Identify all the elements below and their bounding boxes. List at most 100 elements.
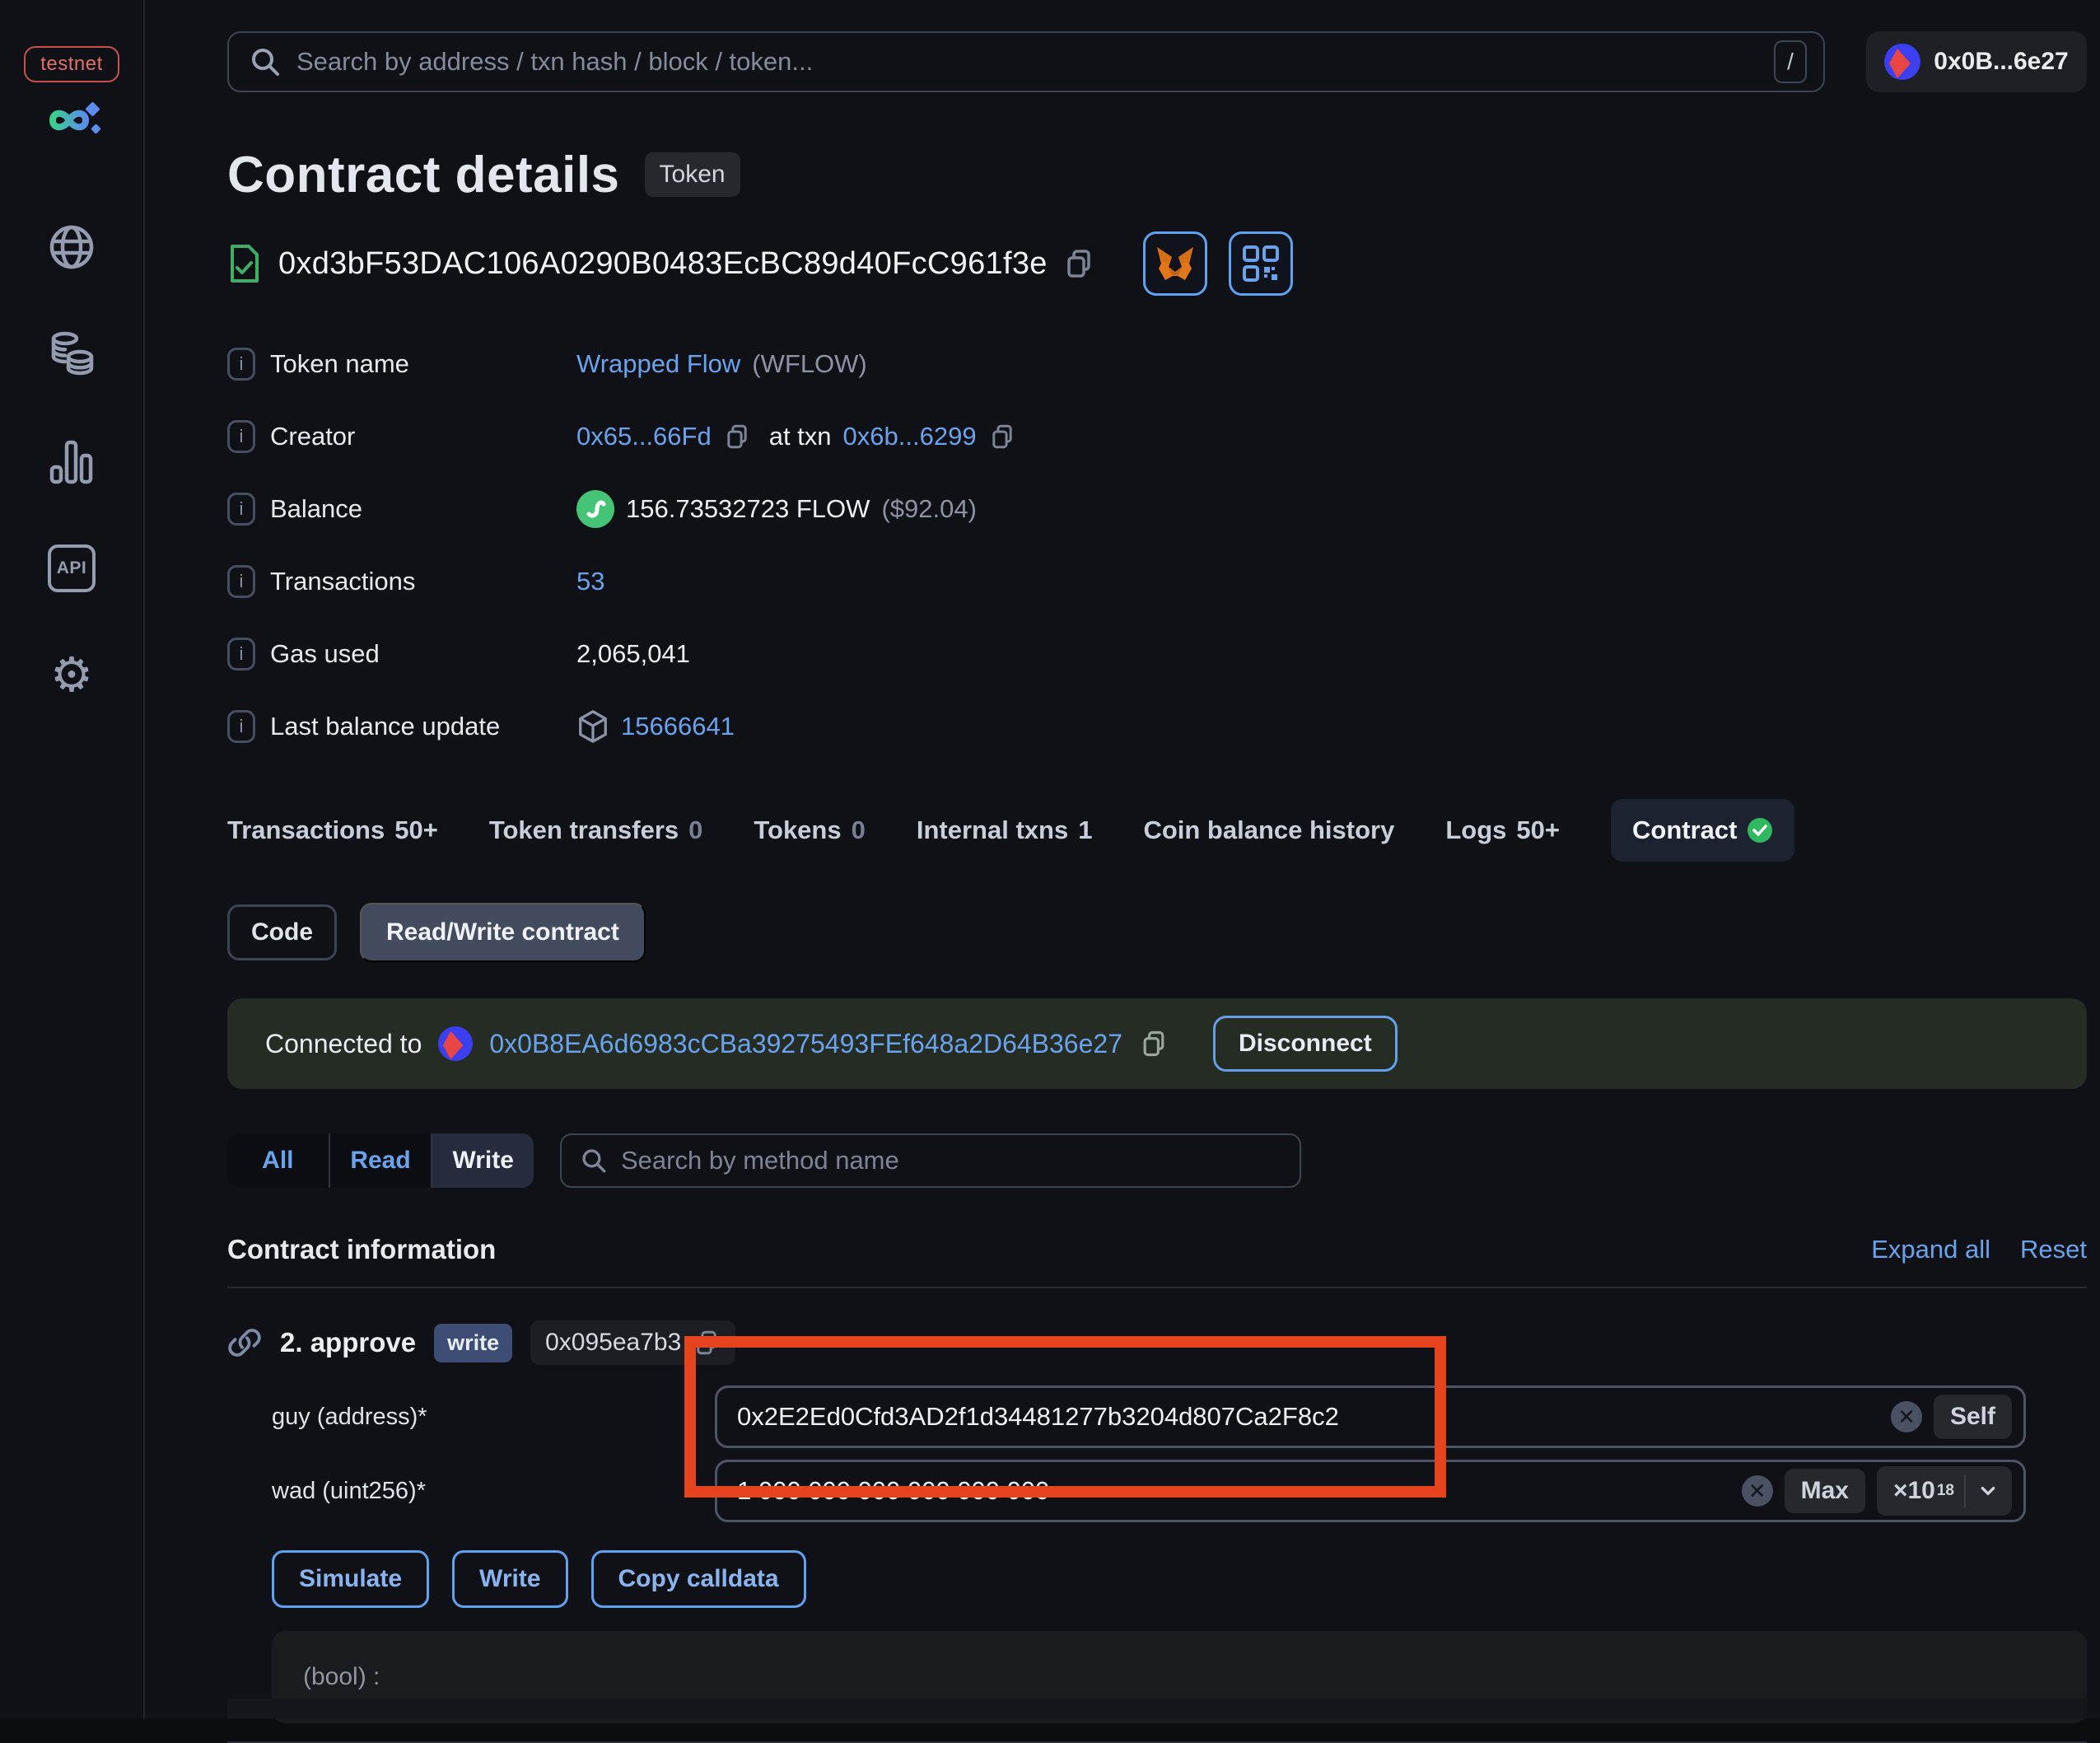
- copy-txn-icon[interactable]: [988, 423, 1016, 451]
- info-hint-icon[interactable]: i: [227, 420, 255, 453]
- pill-divider: [1964, 1474, 1966, 1507]
- expand-all-link[interactable]: Expand all: [1871, 1235, 1990, 1264]
- last-balance-block-link[interactable]: 15666641: [621, 712, 735, 741]
- contract-information-title: Contract information: [227, 1234, 497, 1264]
- page-title: Contract details: [227, 146, 620, 203]
- max-button[interactable]: Max: [1784, 1469, 1865, 1513]
- info-hint-icon[interactable]: i: [227, 565, 255, 598]
- info-hint-icon[interactable]: i: [227, 348, 255, 381]
- method-search-input[interactable]: Search by method name: [560, 1133, 1301, 1188]
- field-label-guy: guy (address)*: [272, 1403, 427, 1430]
- info-row-transactions: i Transactions 53: [227, 563, 2087, 600]
- next-section-strip: [227, 1699, 2087, 1718]
- balance-value: 156.73532723 FLOW: [626, 494, 870, 523]
- clear-input-icon[interactable]: ✕: [1741, 1475, 1773, 1507]
- coins-icon: [51, 331, 94, 376]
- connected-address-link[interactable]: 0x0B8EA6d6983cCBa39275493FEf648a2D64B36e…: [489, 1029, 1122, 1059]
- guy-address-value[interactable]: 0x2E2Ed0Cfd3AD2f1d34481277b3204d807Ca2F8…: [737, 1402, 1879, 1432]
- code-tab-button[interactable]: Code: [227, 904, 337, 960]
- tab-logs[interactable]: Logs 50+: [1445, 815, 1560, 845]
- token-symbol: (WFLOW): [752, 349, 867, 378]
- block-cube-icon: [579, 710, 607, 743]
- info-row-last-balance-update: i Last balance update 15666641: [227, 708, 2087, 745]
- flow-token-icon: [576, 490, 614, 528]
- info-hint-icon[interactable]: i: [227, 710, 255, 743]
- search-icon: [582, 1149, 606, 1173]
- clear-input-icon[interactable]: ✕: [1890, 1401, 1922, 1432]
- charts-nav-icon[interactable]: [45, 435, 98, 488]
- qr-code-button[interactable]: [1228, 231, 1293, 296]
- filter-read[interactable]: Read: [328, 1133, 432, 1188]
- connected-banner: Connected to 0x0B8EA6d6983cCBa39275493FE…: [227, 998, 2087, 1089]
- add-to-metamask-button[interactable]: [1142, 231, 1207, 296]
- global-search-input[interactable]: Search by address / txn hash / block / t…: [227, 31, 1825, 92]
- copy-creator-icon[interactable]: [723, 423, 751, 451]
- settings-nav-icon[interactable]: ⚙: [45, 649, 98, 702]
- gear-icon: ⚙: [50, 648, 93, 702]
- creation-txn-link[interactable]: 0x6b...6299: [843, 422, 977, 451]
- search-placeholder: Search by address / txn hash / block / t…: [296, 47, 814, 76]
- method-search-placeholder: Search by method name: [621, 1146, 899, 1175]
- token-name-link[interactable]: Wrapped Flow: [576, 349, 740, 379]
- info-label: Creator: [270, 422, 356, 451]
- field-row-wad: wad (uint256)* 1 000 000 000 000 000 000…: [272, 1460, 2087, 1522]
- balance-usd: ($92.04): [881, 494, 977, 523]
- read-write-contract-tab-button[interactable]: Read/Write contract: [360, 903, 646, 962]
- token-type-badge: Token: [644, 152, 740, 197]
- reset-link[interactable]: Reset: [2020, 1235, 2087, 1264]
- copy-address-icon[interactable]: [1062, 247, 1095, 280]
- filter-write[interactable]: Write: [431, 1133, 534, 1188]
- chevron-down-icon: [1981, 1487, 1995, 1495]
- transactions-count-link[interactable]: 53: [576, 567, 604, 596]
- metamask-fox-icon: [1156, 247, 1193, 280]
- search-icon: [252, 49, 279, 76]
- tab-token-transfers[interactable]: Token transfers 0: [489, 815, 703, 845]
- method-accordion-header[interactable]: 2. approve write 0x095ea7b3: [227, 1318, 2087, 1367]
- connected-prefix: Connected to: [265, 1028, 422, 1058]
- method-selector: 0x095ea7b3: [545, 1329, 682, 1356]
- sidebar: testnet API ⚙: [0, 0, 145, 1718]
- api-icon: API: [48, 544, 96, 592]
- copy-connected-address-icon[interactable]: [1139, 1029, 1169, 1058]
- info-label: Gas used: [270, 639, 380, 668]
- creator-address-link[interactable]: 0x65...66Fd: [576, 422, 712, 451]
- gas-used-value: 2,065,041: [576, 639, 690, 668]
- tokens-nav-icon[interactable]: [45, 328, 98, 381]
- tab-transactions[interactable]: Transactions 50+: [227, 815, 438, 845]
- filter-all[interactable]: All: [227, 1133, 329, 1188]
- wallet-button[interactable]: 0x0B...6e27: [1866, 31, 2087, 92]
- info-label: Balance: [270, 494, 363, 523]
- copy-selector-icon[interactable]: [693, 1329, 721, 1357]
- wad-uint256-input[interactable]: 1 000 000 000 000 000 000 ✕ Max ×10 18: [715, 1460, 2026, 1522]
- blockchain-nav-icon[interactable]: [45, 221, 98, 273]
- chevron-down-icon[interactable]: [765, 1328, 795, 1357]
- tab-tokens[interactable]: Tokens 0: [754, 815, 865, 845]
- info-row-creator: i Creator 0x65...66Fd at txn 0x6b...6299: [227, 418, 2087, 455]
- write-button[interactable]: Write: [452, 1550, 568, 1608]
- wallet-avatar: [1884, 44, 1921, 80]
- contract-address: 0xd3bF53DAC106A0290B0483EcBC89d40FcC961f…: [278, 245, 1048, 281]
- write-badge: write: [434, 1323, 513, 1362]
- guy-address-input[interactable]: 0x2E2Ed0Cfd3AD2f1d34481277b3204d807Ca2F8…: [715, 1386, 2026, 1448]
- method-selector-pill: 0x095ea7b3: [530, 1320, 736, 1365]
- at-txn-text: at txn: [768, 422, 832, 451]
- field-row-guy: guy (address)* 0x2E2Ed0Cfd3AD2f1d3448127…: [272, 1386, 2087, 1448]
- bar-chart-icon: [49, 440, 93, 484]
- info-hint-icon[interactable]: i: [227, 638, 255, 671]
- multiplier-dropdown[interactable]: ×10 18: [1876, 1466, 2012, 1516]
- info-hint-icon[interactable]: i: [227, 493, 255, 526]
- link-anchor-icon[interactable]: [227, 1325, 262, 1360]
- info-label: Token name: [270, 349, 409, 378]
- globe-icon: [49, 225, 94, 269]
- output-bool-label: (bool) :: [303, 1663, 380, 1690]
- self-button[interactable]: Self: [1933, 1395, 2012, 1439]
- simulate-button[interactable]: Simulate: [272, 1550, 430, 1608]
- tab-contract[interactable]: Contract: [1611, 799, 1795, 862]
- api-nav-icon[interactable]: API: [45, 542, 98, 595]
- wad-value[interactable]: 1 000 000 000 000 000 000: [737, 1476, 1730, 1506]
- app-logo[interactable]: [41, 99, 102, 142]
- tab-internal-txns[interactable]: Internal txns 1: [917, 815, 1093, 845]
- tab-coin-balance-history[interactable]: Coin balance history: [1143, 815, 1394, 845]
- disconnect-button[interactable]: Disconnect: [1212, 1016, 1398, 1072]
- copy-calldata-button[interactable]: Copy calldata: [590, 1550, 806, 1608]
